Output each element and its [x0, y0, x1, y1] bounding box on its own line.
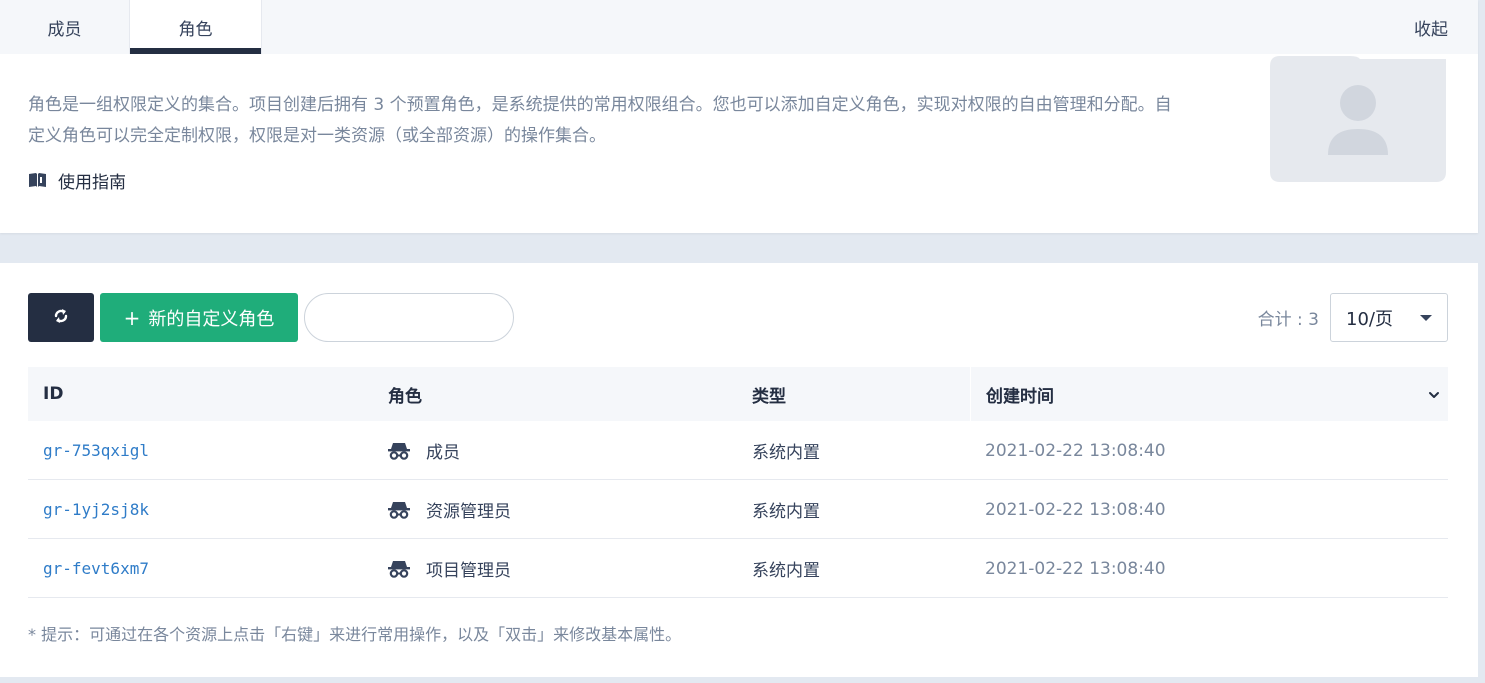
- table-row[interactable]: gr-753qxigl 成员 系统内置 2021-02-22 13:08:40: [28, 421, 1448, 480]
- active-tab-indicator: [130, 48, 261, 54]
- chevron-down-icon[interactable]: [1428, 386, 1440, 406]
- column-header-type: 类型: [752, 386, 786, 407]
- role-id-link[interactable]: gr-fevt6xm7: [43, 539, 149, 598]
- role-name: 资源管理员: [426, 502, 511, 522]
- role-id-link[interactable]: gr-753qxigl: [43, 421, 149, 480]
- role-created-time: 2021-02-22 13:08:40: [985, 440, 1166, 461]
- page-size-select[interactable]: 10/页: [1330, 293, 1448, 342]
- role-spy-icon: [388, 560, 410, 578]
- tab-members[interactable]: 成员: [0, 0, 129, 54]
- tab-bar: 成员 角色 收起: [0, 0, 1478, 54]
- roles-description: 角色是一组权限定义的集合。项目创建后拥有 3 个预置角色，是系统提供的常用权限组…: [28, 95, 1172, 146]
- role-name-cell: 成员: [388, 421, 460, 480]
- create-custom-role-button[interactable]: + 新的自定义角色: [100, 293, 298, 342]
- role-name-cell: 项目管理员: [388, 539, 511, 598]
- total-count-label: 合计 : 3: [1257, 310, 1319, 330]
- create-custom-role-label: 新的自定义角色: [148, 308, 275, 330]
- role-name: 项目管理员: [426, 561, 511, 581]
- usage-hint: * 提示：可通过在各个资源上点击「右键」来进行常用操作，以及「双击」来修改基本属…: [28, 625, 682, 644]
- table-header: ID 角色 类型 创建时间: [28, 367, 1448, 421]
- role-type: 系统内置: [752, 443, 820, 463]
- role-info-panel: 成员 角色 收起 角色是一组权限定义的集合。项目创建后拥有 3 个预置角色，是系…: [0, 0, 1478, 233]
- role-illustration: [1270, 56, 1446, 182]
- role-id-link[interactable]: gr-1yj2sj8k: [43, 480, 149, 539]
- book-icon: [28, 172, 47, 188]
- tab-roles-label: 角色: [178, 19, 213, 40]
- table-row[interactable]: gr-1yj2sj8k 资源管理员 系统内置 2021-02-22 13:08:…: [28, 480, 1448, 539]
- column-header-created[interactable]: 创建时间: [970, 367, 1448, 421]
- role-type: 系统内置: [752, 502, 820, 522]
- role-type: 系统内置: [752, 561, 820, 581]
- usage-guide-link[interactable]: 使用指南: [28, 166, 126, 194]
- caret-down-icon: [1420, 315, 1432, 321]
- page-size-value: 10/页: [1346, 308, 1393, 330]
- plus-icon: +: [123, 305, 141, 330]
- column-header-created-label: 创建时间: [986, 386, 1054, 407]
- role-spy-icon: [388, 442, 410, 460]
- tab-members-label: 成员: [47, 19, 82, 40]
- role-spy-icon: [388, 501, 410, 519]
- column-header-id: ID: [43, 384, 64, 404]
- usage-guide-label: 使用指南: [58, 172, 126, 193]
- search-input[interactable]: [304, 293, 514, 342]
- roles-list-panel: + 新的自定义角色 合计 : 3 10/页 ID 角色 类型 创建时间 gr-7…: [0, 263, 1478, 677]
- collapse-button[interactable]: 收起: [1414, 0, 1448, 54]
- role-name-cell: 资源管理员: [388, 480, 511, 539]
- total-count: 合计 : 3: [1258, 293, 1319, 342]
- role-created-time: 2021-02-22 13:08:40: [985, 499, 1166, 520]
- tab-roles[interactable]: 角色: [129, 0, 262, 54]
- refresh-icon: [52, 307, 70, 329]
- column-header-role: 角色: [388, 386, 422, 407]
- table-row[interactable]: gr-fevt6xm7 项目管理员 系统内置 2021-02-22 13:08:…: [28, 539, 1448, 598]
- role-created-time: 2021-02-22 13:08:40: [985, 558, 1166, 579]
- refresh-button[interactable]: [28, 293, 94, 342]
- role-name: 成员: [426, 443, 460, 463]
- collapse-label: 收起: [1414, 19, 1448, 40]
